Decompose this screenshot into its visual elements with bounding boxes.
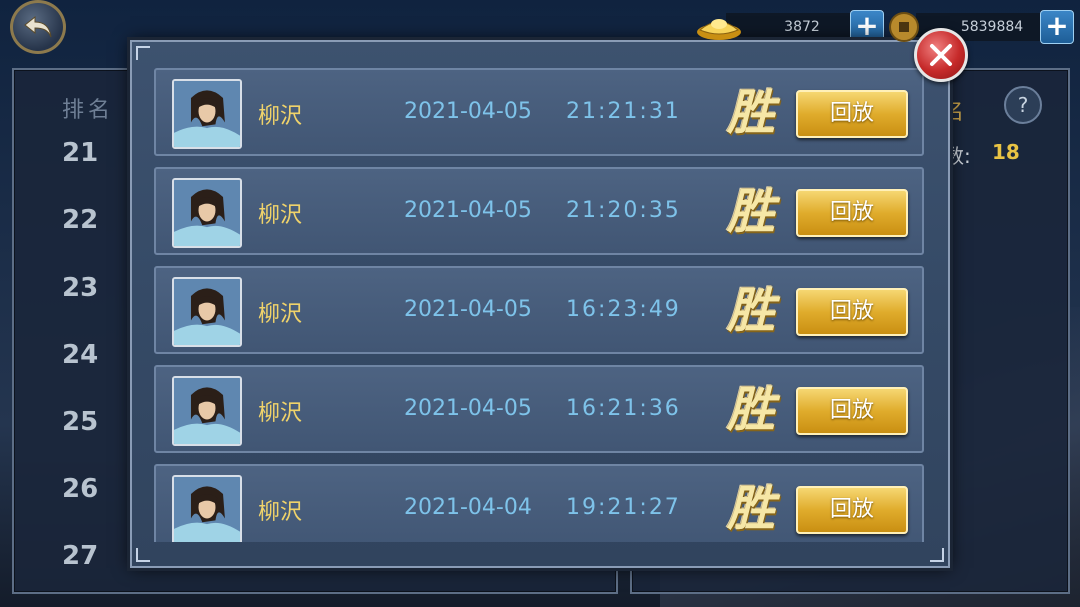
match-time: 19:21:27 xyxy=(566,495,681,520)
replay-button[interactable]: 回放 xyxy=(796,387,908,435)
player-name: 柳沢 xyxy=(258,401,303,426)
match-time: 21:20:35 xyxy=(566,198,681,223)
battle-record-row: 柳沢 2021-04-05 16:21:36 胜 回放 xyxy=(154,365,924,453)
match-date: 2021-04-05 xyxy=(404,198,532,223)
match-date: 2021-04-05 xyxy=(404,99,532,124)
match-time: 16:21:36 xyxy=(566,396,681,421)
match-date: 2021-04-04 xyxy=(404,495,532,520)
player-portrait-icon xyxy=(174,279,240,345)
avatar[interactable] xyxy=(172,475,242,542)
player-name: 柳沢 xyxy=(258,203,303,228)
avatar[interactable] xyxy=(172,79,242,149)
battle-record-row: 柳沢 2021-04-05 21:21:31 胜 回放 xyxy=(154,68,924,156)
victory-badge: 胜 xyxy=(726,481,775,537)
match-date: 2021-04-05 xyxy=(404,396,532,421)
replay-button[interactable]: 回放 xyxy=(796,288,908,336)
avatar[interactable] xyxy=(172,376,242,446)
frame-corner xyxy=(930,548,944,562)
rank-number: 24 xyxy=(62,340,99,370)
frame-corner xyxy=(136,548,150,562)
add-coin-button[interactable]: + xyxy=(1040,10,1074,44)
frame-corner xyxy=(136,46,150,60)
player-portrait-icon xyxy=(174,180,240,246)
match-date: 2021-04-05 xyxy=(404,297,532,322)
back-button[interactable] xyxy=(10,0,66,54)
player-name: 柳沢 xyxy=(258,104,303,129)
back-arrow-icon xyxy=(24,15,52,38)
victory-badge: 胜 xyxy=(726,283,775,339)
copper-coin-icon xyxy=(889,12,919,42)
help-icon[interactable]: ? xyxy=(1004,86,1042,124)
rank-number: 23 xyxy=(62,273,99,303)
replay-button[interactable]: 回放 xyxy=(796,486,908,534)
battle-record-row: 柳沢 2021-04-05 21:20:35 胜 回放 xyxy=(154,167,924,255)
add-gold-button[interactable]: + xyxy=(850,10,884,44)
battle-record-row: 柳沢 2021-04-05 16:23:49 胜 回放 xyxy=(154,266,924,354)
victory-badge: 胜 xyxy=(726,85,775,141)
player-portrait-icon xyxy=(174,477,240,542)
coin-currency: 5839884 + xyxy=(884,8,1074,46)
gold-ingot-icon xyxy=(697,19,741,40)
avatar[interactable] xyxy=(172,277,242,347)
replay-button[interactable]: 回放 xyxy=(796,90,908,138)
player-portrait-icon xyxy=(174,81,240,147)
player-name: 柳沢 xyxy=(258,302,303,327)
battle-records-dialog: 柳沢 2021-04-05 21:21:31 胜 回放 柳沢 2021-04-0… xyxy=(130,40,950,568)
player-portrait-icon xyxy=(174,378,240,444)
rank-number: 22 xyxy=(62,205,99,235)
rank-column-header: 排名 xyxy=(62,98,115,123)
battle-record-list[interactable]: 柳沢 2021-04-05 21:21:31 胜 回放 柳沢 2021-04-0… xyxy=(154,68,926,542)
rank-number: 27 xyxy=(62,541,99,571)
replay-button[interactable]: 回放 xyxy=(796,189,908,237)
count-value: 18 xyxy=(992,140,1020,164)
victory-badge: 胜 xyxy=(726,382,775,438)
close-icon xyxy=(930,44,952,66)
rank-number: 26 xyxy=(62,474,99,504)
match-time: 21:21:31 xyxy=(566,99,681,124)
player-name: 柳沢 xyxy=(258,500,303,525)
victory-badge: 胜 xyxy=(726,184,775,240)
match-time: 16:23:49 xyxy=(566,297,681,322)
rank-number: 21 xyxy=(62,138,99,168)
battle-record-row: 柳沢 2021-04-04 19:21:27 胜 回放 xyxy=(154,464,924,542)
rank-number: 25 xyxy=(62,407,99,437)
gold-amount: 3872 xyxy=(726,13,854,41)
avatar[interactable] xyxy=(172,178,242,248)
